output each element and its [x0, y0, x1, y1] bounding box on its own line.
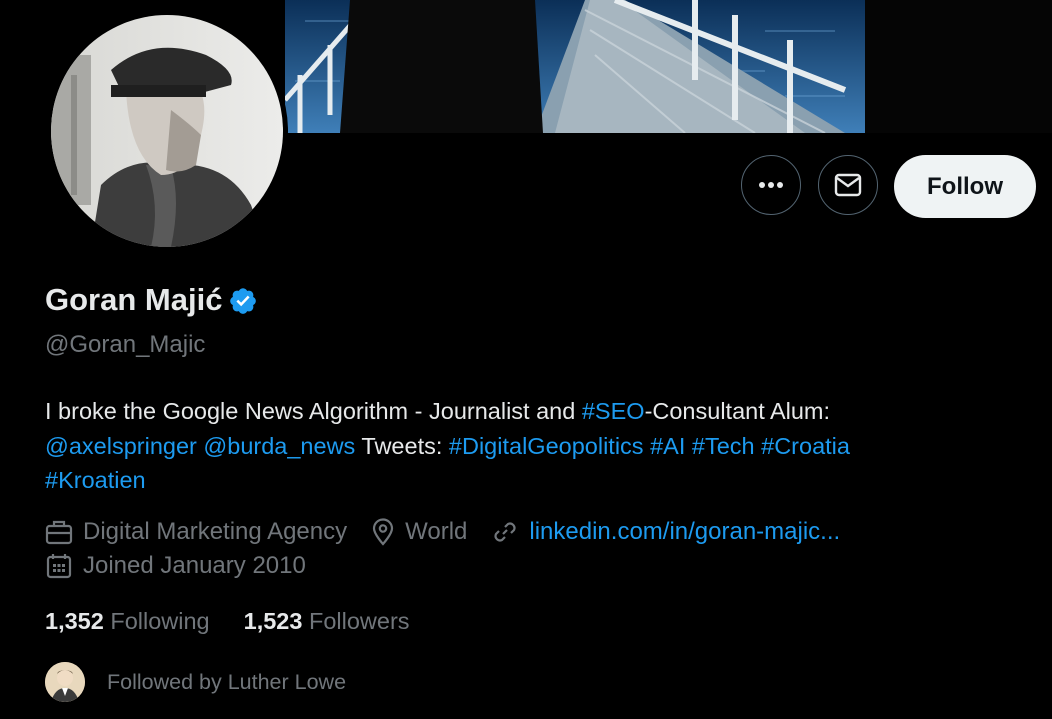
display-name: Goran Majić [45, 282, 223, 317]
following-count: 1,352 [45, 608, 104, 634]
mention-link[interactable]: @axelspringer [45, 433, 197, 459]
profile-meta-row: Digital Marketing Agency World linkedin.… [45, 518, 864, 546]
hashtag-link[interactable]: #Croatia [761, 433, 850, 459]
followed-by-row[interactable]: Followed by Luther Lowe [45, 662, 346, 702]
banner-dark-area [865, 0, 1052, 133]
hashtag-link[interactable]: #AI [650, 433, 685, 459]
joined-text: Joined January 2010 [83, 552, 306, 579]
follow-counts: 1,352 Following 1,523 Followers [45, 608, 444, 635]
profile-avatar[interactable] [46, 10, 288, 252]
link-icon [494, 522, 516, 542]
hashtag-link[interactable]: #DigitalGeopolitics [449, 433, 644, 459]
banner-image [285, 0, 865, 133]
profile-joined-row: Joined January 2010 [45, 552, 330, 580]
bio-text: Tweets: [361, 432, 443, 459]
bio-text: -Consultant Alum: [644, 398, 831, 424]
profile-name-row: Goran Majić [45, 282, 258, 318]
bio-text: I broke the Google News Algorithm - Jour… [45, 398, 582, 424]
website-link[interactable]: linkedin.com/in/goran-majic... [529, 518, 840, 546]
website-item[interactable]: linkedin.com/in/goran-majic... [491, 518, 840, 546]
hashtag-link[interactable]: #SEO [582, 398, 645, 424]
location-item: World [371, 518, 467, 546]
more-button[interactable] [741, 155, 801, 215]
follow-button[interactable]: Follow [894, 155, 1036, 218]
category-item: Digital Marketing Agency [45, 518, 347, 546]
hashtag-link[interactable]: #Kroatien [45, 467, 146, 493]
followed-by-text: Followed by Luther Lowe [107, 669, 347, 694]
following-label: Following [110, 608, 210, 634]
category-text: Digital Marketing Agency [83, 518, 348, 545]
location-pin-icon [373, 518, 394, 546]
follower-avatar [45, 662, 85, 702]
following-count-link[interactable]: 1,352 Following [45, 608, 210, 635]
message-button[interactable] [818, 155, 878, 215]
profile-handle: @Goran_Majic [45, 331, 206, 358]
calendar-icon [46, 554, 72, 579]
more-icon [759, 182, 783, 188]
mail-icon [834, 173, 862, 197]
mention-link[interactable]: @burda_news [203, 433, 355, 459]
verified-badge-icon[interactable] [228, 286, 258, 316]
location-text: World [405, 518, 468, 545]
followers-count-link[interactable]: 1,523 Followers [244, 608, 410, 635]
followers-label: Followers [308, 608, 410, 634]
profile-bio: I broke the Google News Algorithm - Jour… [45, 394, 1005, 498]
joined-item: Joined January 2010 [45, 552, 306, 580]
briefcase-icon [45, 520, 73, 545]
hashtag-link[interactable]: #Tech [692, 433, 755, 459]
followers-count: 1,523 [243, 608, 303, 634]
